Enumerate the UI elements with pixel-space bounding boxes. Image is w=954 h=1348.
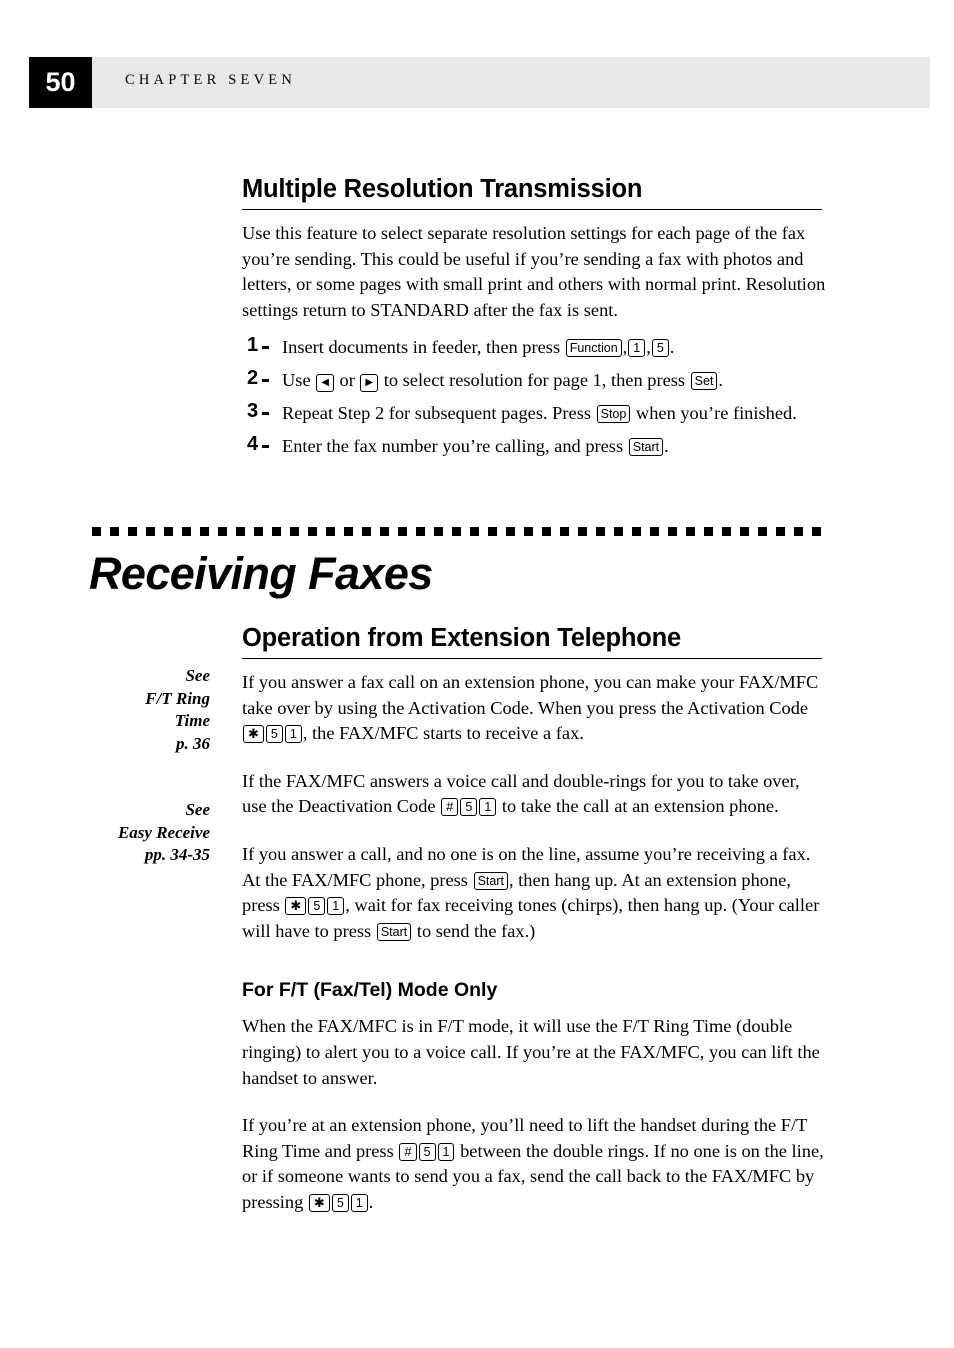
key-function: Function: [565, 339, 622, 358]
margin-note-1-line3: Time: [174, 711, 210, 730]
step-3-number: 3: [247, 400, 270, 423]
step-2-text-tail: .: [718, 370, 724, 391]
step-3-text-pre: Repeat Step 2 for subsequent pages. Pres…: [282, 403, 596, 424]
step-4-number: 4: [247, 433, 270, 456]
margin-note-easy-receive: See Easy Receive pp. 34-35: [20, 799, 210, 867]
section-title-extension-telephone: Operation from Extension Telephone: [242, 624, 822, 659]
key-1-c: 1: [327, 897, 345, 916]
ext-p1-a: If you answer a fax call on an extension…: [242, 672, 819, 718]
key-set: Set: [690, 372, 718, 391]
key-5-a: 5: [265, 725, 283, 744]
key-1-b: 1: [479, 798, 497, 817]
step-3: 3 Repeat Step 2 for subsequent pages. Pr…: [242, 400, 826, 426]
step-2-text-mid: or: [334, 370, 360, 391]
step-1-text-pre: Insert documents in feeder, then press: [282, 337, 565, 358]
step-2-text-pre: Use: [282, 370, 316, 391]
multiple-resolution-steps: 1 Insert documents in feeder, then press…: [242, 334, 826, 459]
margin-note-2-line1: See: [185, 800, 210, 819]
content-column: Multiple Resolution Transmission Use thi…: [242, 175, 826, 467]
ft-paragraph-2: If you’re at an extension phone, you’ll …: [242, 1113, 826, 1215]
key-start-c: Start: [376, 922, 412, 941]
step-4: 4 Enter the fax number you’re calling, a…: [242, 433, 826, 459]
margin-note-2-line2: Easy Receive: [117, 822, 210, 842]
step-2-text-post: to select resolution for page 1, then pr…: [379, 370, 690, 391]
key-start-b: Start: [473, 871, 508, 890]
extension-paragraph-2: If the FAX/MFC answers a voice call and …: [242, 769, 826, 820]
multiple-resolution-intro: Use this feature to select separate reso…: [242, 223, 826, 320]
key-5-d: 5: [418, 1142, 436, 1161]
key-5: 5: [651, 339, 669, 358]
margin-note-1-line2: F/T Ring: [145, 688, 210, 708]
left-arrow-key-icon: ◀: [316, 374, 334, 393]
key-5-b: 5: [460, 798, 478, 817]
key-5-e: 5: [331, 1193, 349, 1212]
key-hash: #: [441, 798, 459, 817]
key-hash-b: #: [399, 1142, 417, 1161]
key-1-e: 1: [350, 1193, 368, 1212]
step-3-text-post: when you’re finished.: [631, 403, 797, 424]
section-title-multiple-resolution: Multiple Resolution Transmission: [242, 175, 822, 210]
step-2-number: 2: [247, 367, 270, 390]
key-1-d: 1: [437, 1142, 455, 1161]
key-5-c: 5: [308, 897, 326, 916]
key-asterisk-b: ✱: [285, 897, 307, 916]
step-2: 2 Use ◀ or ▶ to select resolution for pa…: [242, 367, 826, 393]
section-title-ft-mode: For F/T (Fax/Tel) Mode Only: [242, 979, 498, 1002]
step-4-text-post: .: [664, 436, 669, 457]
step-4-text-pre: Enter the fax number you’re calling, and…: [282, 436, 628, 457]
margin-note-2-line3: pp. 34-35: [144, 845, 210, 864]
step-1-number: 1: [247, 334, 270, 357]
ft-p2-c: .: [368, 1191, 374, 1212]
dotted-divider: [92, 527, 822, 536]
ext-p1-b: , the FAX/MFC starts to receive a fax.: [302, 723, 584, 744]
key-stop: Stop: [596, 405, 631, 424]
extension-paragraph-3: If you answer a call, and no one is on t…: [242, 842, 826, 944]
margin-note-ft-ring-time: See F/T Ring Time p. 36: [30, 665, 210, 755]
key-1-a: 1: [284, 725, 302, 744]
margin-note-1-line1: See: [185, 666, 210, 685]
extension-paragraph-1: If you answer a fax call on an extension…: [242, 670, 826, 747]
key-start: Start: [628, 438, 664, 457]
step-1: 1 Insert documents in feeder, then press…: [247, 334, 675, 358]
page-title-receiving-faxes: Receiving Faxes: [89, 548, 433, 599]
ext-p2-b: to take the call at an extension phone.: [497, 796, 779, 817]
key-asterisk: ✱: [243, 725, 264, 744]
step-1-text-post: .: [669, 337, 675, 358]
chapter-label: CHAPTER SEVEN: [125, 72, 297, 88]
key-asterisk-c: ✱: [308, 1193, 330, 1212]
content-column-lower: Operation from Extension Telephone If yo…: [242, 624, 826, 1216]
ext-p3-d: to send the fax.): [412, 920, 536, 941]
key-1: 1: [628, 339, 646, 358]
margin-note-1-line4: p. 36: [176, 733, 210, 753]
page-number: 50: [29, 57, 92, 108]
right-arrow-key-icon: ▶: [360, 374, 379, 393]
ft-paragraph-1: When the FAX/MFC is in F/T mode, it will…: [242, 1016, 820, 1088]
